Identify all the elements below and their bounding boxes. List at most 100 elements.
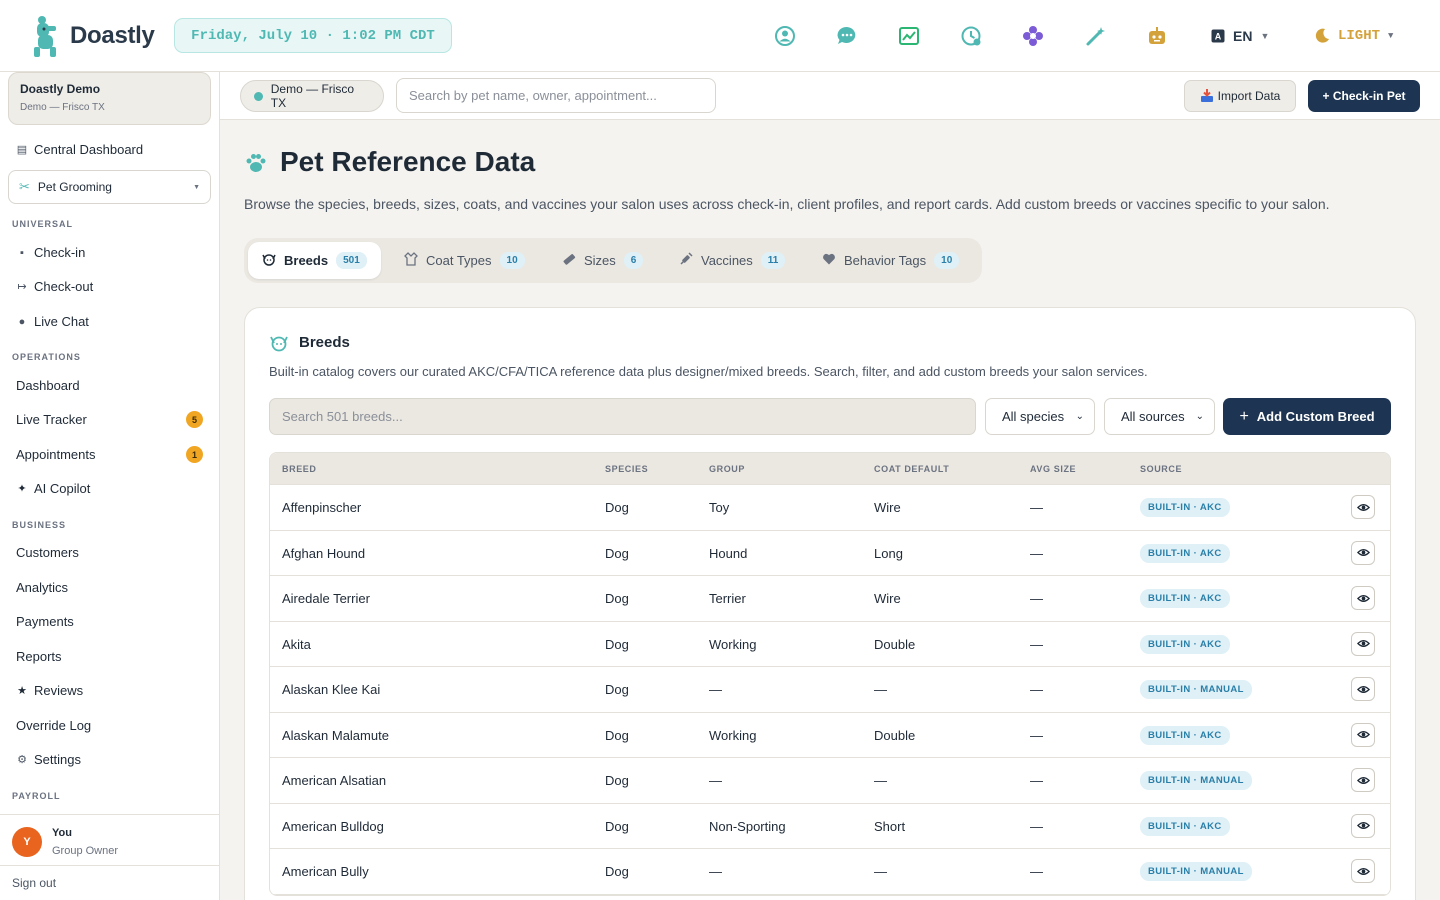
table-row[interactable]: Affenpinscher Dog Toy Wire — BUILT-IN · AKC [270,485,1390,531]
sidebar-item-customers[interactable]: Customers [16,545,79,560]
org-switcher[interactable]: Doastly Demo Demo — Frisco TX [8,72,211,125]
sidebar-item-check-out[interactable]: ↦ Check-out [16,279,93,294]
section-label-operations: OPERATIONS [12,352,81,362]
table-body: Affenpinscher Dog Toy Wire — BUILT-IN · AKC Af… [270,485,1390,895]
sidebar-item-label: Live Tracker [16,412,87,427]
view-breed-button[interactable] [1351,768,1375,792]
coat-cell: — [874,864,887,879]
tab-coat-types[interactable]: Coat Types 10 [390,242,539,279]
tab-vaccines[interactable]: Vaccines 11 [665,242,799,279]
view-breed-button[interactable] [1351,859,1375,883]
table-row[interactable]: Akita Dog Working Double — BUILT-IN · AKC [270,621,1390,667]
table-row[interactable]: American Bully Dog — — — BUILT-IN · MANUAL [270,849,1390,895]
column-header-source[interactable]: SOURCE [1140,464,1182,474]
sidebar-item-override-log[interactable]: Override Log [16,718,91,733]
source-filter-select[interactable]: All sources ⌄ [1104,398,1215,435]
sign-out-link[interactable]: Sign out [0,865,219,900]
sidebar-item-live-tracker[interactable]: Live Tracker [16,412,87,427]
view-breed-button[interactable] [1351,677,1375,701]
view-breed-button[interactable] [1351,586,1375,610]
sidebar-item-live-chat[interactable]: ● Live Chat [16,314,89,329]
column-header-avg-size[interactable]: AVG SIZE [1030,464,1076,474]
sidebar-item-ai-copilot[interactable]: ✦ AI Copilot [16,481,90,496]
app-name: Doastly [70,22,155,49]
location-selector[interactable]: Demo — Frisco TX [240,80,384,112]
sub-header: Demo — Frisco TX Import Data + Check-in … [220,72,1440,120]
language-label: EN [1233,28,1253,44]
theme-toggle[interactable]: LIGHT ▼ [1314,24,1393,48]
tab-behavior-tags[interactable]: Behavior Tags 10 [808,242,973,279]
coat-icon [404,252,418,269]
table-row[interactable]: Alaskan Klee Kai Dog — — — BUILT-IN · MANUAL [270,667,1390,713]
sidebar-item-dashboard[interactable]: Dashboard [16,378,80,393]
species-cell: Dog [605,591,629,606]
source-badge: BUILT-IN · AKC [1140,543,1230,563]
sidebar-item-payments[interactable]: Payments [16,614,74,629]
column-header-group[interactable]: GROUP [709,464,745,474]
module-selector[interactable]: ✂ Pet Grooming ▼ [8,170,211,204]
sparkle-icon: ✦ [17,483,27,495]
paw-icon [246,154,266,172]
table-row[interactable]: American Bulldog Dog Non-Sporting Short — BUI… [270,803,1390,849]
column-header-breed[interactable]: BREED [282,464,317,474]
avg-size-cell: — [1030,545,1043,561]
table-row[interactable]: Airedale Terrier Dog Terrier Wire — BUILT-IN … [270,576,1390,622]
language-selector[interactable]: A EN ▼ [1211,24,1269,48]
avg-size-cell: — [1030,818,1043,834]
app-logo[interactable]: Doastly [30,14,155,58]
sidebar-item-reviews[interactable]: ★ Reviews [16,683,83,698]
view-breed-button[interactable] [1351,495,1375,519]
card-title: Breeds [299,334,350,351]
magic-wand-icon[interactable] [1084,24,1108,48]
sidebar-item-check-in[interactable]: ▪ Check-in [16,245,85,260]
source-badge: BUILT-IN · MANUAL [1140,771,1252,790]
flower-icon[interactable] [1021,24,1045,48]
import-label: Import Data [1217,89,1281,103]
sidebar-item-reports[interactable]: Reports [16,649,62,664]
user-profile[interactable]: Y You Group Owner [0,814,219,866]
species-cell: Dog [605,500,629,515]
sidebar-item-central-dashboard[interactable]: ▤ Central Dashboard [16,142,143,157]
sidebar-item-label: Customers [16,545,79,560]
heart-icon [822,252,836,269]
source-filter-value: All sources [1121,409,1185,424]
breed-search-input[interactable] [269,398,976,435]
profile-icon[interactable] [773,24,797,48]
history-icon[interactable] [959,24,983,48]
table-row[interactable]: American Alsatian Dog — — — BUILT-IN · MANUAL [270,758,1390,804]
eye-icon [1356,640,1370,647]
view-breed-button[interactable] [1351,813,1375,838]
column-header-species[interactable]: SPECIES [605,464,648,474]
tab-count-badge: 10 [934,252,960,269]
sidebar-item-settings[interactable]: ⚙ Settings [16,752,81,767]
add-custom-breed-button[interactable]: + Add Custom Breed [1223,398,1391,435]
view-breed-button[interactable] [1351,631,1375,656]
star-icon: ★ [17,685,27,697]
section-label-business: BUSINESS [12,520,67,530]
table-row[interactable]: Afghan Hound Dog Hound Long — BUILT-IN · AKC [270,530,1390,576]
chart-icon[interactable] [897,24,921,48]
species-cell: Dog [605,864,629,879]
ruler-icon [562,252,576,269]
card-description: Built-in catalog covers our curated AKC/… [269,364,1148,379]
source-badge: BUILT-IN · AKC [1140,816,1230,836]
global-search-input[interactable] [396,78,716,113]
table-row[interactable]: Alaskan Malamute Dog Working Double — BUILT-I… [270,712,1390,758]
group-cell: Non-Sporting [709,818,786,834]
sidebar-item-analytics[interactable]: Analytics [16,580,68,595]
tab-sizes[interactable]: Sizes 6 [548,242,657,279]
species-cell: Dog [605,727,629,743]
column-header-coat-default[interactable]: COAT DEFAULT [874,464,949,474]
tab-breeds[interactable]: Breeds 501 [248,242,381,279]
sidebar-item-appointments[interactable]: Appointments [16,447,96,462]
check-in-pet-button[interactable]: + Check-in Pet [1308,80,1420,112]
avg-size-cell: — [1030,682,1043,697]
view-breed-button[interactable] [1351,722,1375,747]
import-data-button[interactable]: Import Data [1184,80,1296,112]
dog-logo-icon [34,16,56,57]
avg-size-cell: — [1030,727,1043,743]
view-breed-button[interactable] [1351,540,1375,565]
robot-icon[interactable] [1145,24,1169,48]
species-filter-select[interactable]: All species ⌄ [985,398,1095,435]
chat-icon[interactable] [835,24,859,48]
